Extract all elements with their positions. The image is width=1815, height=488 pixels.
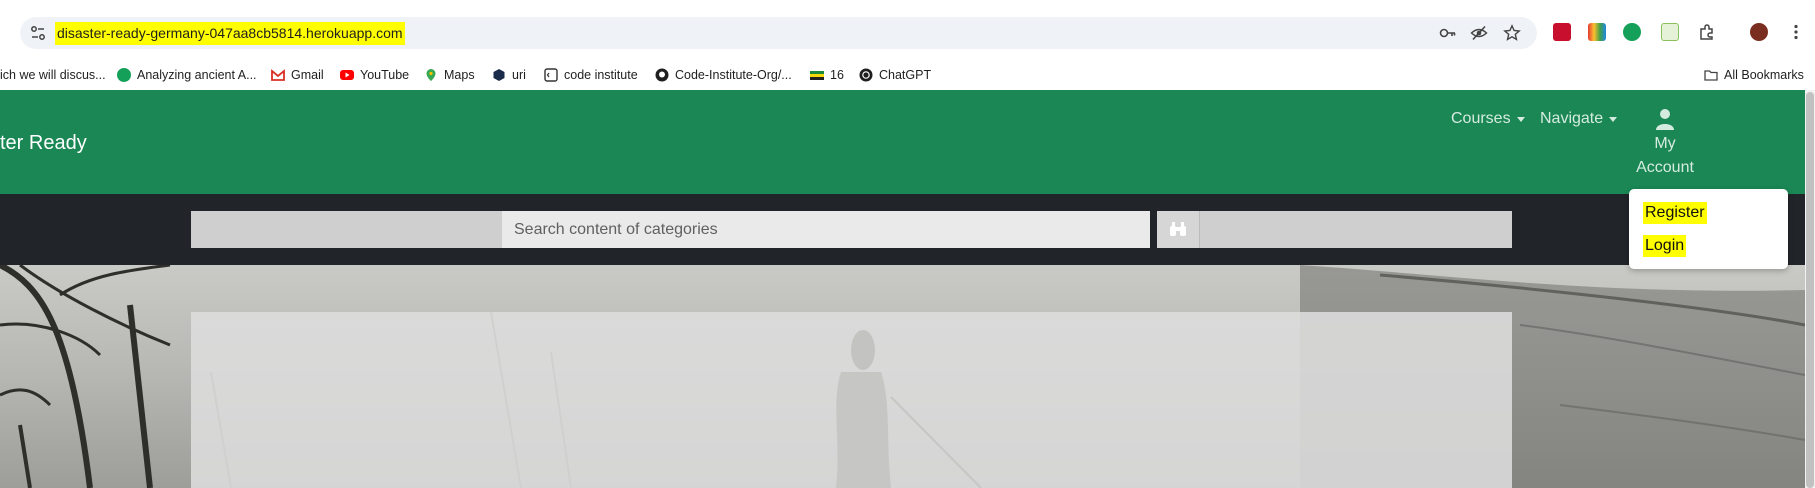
bookmark-item[interactable]: Analyzing ancient A... <box>117 60 257 90</box>
star-icon[interactable] <box>1503 24 1521 42</box>
bookmark-item[interactable]: YouTube <box>340 60 409 90</box>
bookmark-item[interactable]: ich we will discus... <box>0 60 106 90</box>
bookmark-label: Gmail <box>291 68 324 82</box>
youtube-icon <box>340 70 354 80</box>
account-dropdown-menu <box>1629 189 1788 269</box>
folder-icon <box>1704 70 1718 81</box>
main-content-card <box>191 312 1512 488</box>
color-extension-icon[interactable] <box>1588 23 1606 41</box>
search-right-panel <box>1199 211 1512 248</box>
account-label-line2: Account <box>1636 159 1694 176</box>
chatgpt-icon <box>859 68 873 82</box>
nav-courses[interactable]: Courses <box>1451 110 1525 128</box>
caret-down-icon <box>1609 116 1618 122</box>
profile-avatar-icon[interactable] <box>1750 23 1768 41</box>
bookmark-item[interactable]: Code-Institute-Org/... <box>655 60 792 90</box>
account-label-line1: My <box>1654 135 1676 152</box>
binoculars-icon <box>1170 222 1186 236</box>
site-brand[interactable]: ter Ready <box>0 132 87 155</box>
bookmark-item[interactable]: uri <box>492 60 526 90</box>
bookmark-label: YouTube <box>360 68 410 82</box>
bookmark-label: ChatGPT <box>879 68 932 82</box>
site-controls-icon[interactable] <box>29 24 47 42</box>
bookmark-label: Analyzing ancient A... <box>137 68 257 82</box>
search-left-panel <box>191 211 502 248</box>
caret-down-icon <box>1516 116 1525 122</box>
code-institute-icon <box>544 68 558 82</box>
nav-navigate-label: Navigate <box>1540 110 1604 127</box>
grammarly-extension-icon[interactable] <box>1623 23 1641 41</box>
page-scrollbar-thumb[interactable] <box>1806 92 1814 488</box>
eye-off-icon[interactable] <box>1470 24 1488 42</box>
bookmark-item[interactable]: 16 <box>810 60 844 90</box>
extensions-puzzle-icon[interactable] <box>1698 23 1716 41</box>
bookmark-item[interactable]: code institute <box>544 60 638 90</box>
bookmark-label: code institute <box>564 68 638 82</box>
flag-icon <box>810 71 824 80</box>
search-button[interactable] <box>1157 211 1199 248</box>
url-text[interactable]: disaster-ready-germany-047aa8cb5814.hero… <box>55 22 405 45</box>
bookmark-item[interactable]: Gmail <box>271 60 324 90</box>
my-account-toggle[interactable]: My Account <box>1625 108 1705 180</box>
bookmark-label: Maps <box>444 68 475 82</box>
uri-icon <box>493 69 505 81</box>
all-bookmarks-label: All Bookmarks <box>1724 68 1804 82</box>
bookmarks-bar: ich we will discus... Analyzing ancient … <box>0 60 1815 90</box>
nav-navigate[interactable]: Navigate <box>1540 110 1618 128</box>
key-icon[interactable] <box>1439 24 1457 42</box>
bookmark-label: uri <box>512 68 526 82</box>
all-bookmarks[interactable]: All Bookmarks <box>1704 60 1804 90</box>
bookmark-label: 16 <box>830 68 844 82</box>
menu-kebab-icon[interactable] <box>1787 23 1805 41</box>
bookmark-item[interactable]: ChatGPT <box>859 60 931 90</box>
search-input[interactable] <box>502 211 1150 248</box>
bookmark-label: ich we will discus... <box>0 68 106 82</box>
grammarly-icon <box>117 68 131 82</box>
nav-courses-label: Courses <box>1451 110 1511 127</box>
bookmark-item[interactable]: Maps <box>424 60 475 90</box>
notes-extension-icon[interactable] <box>1661 23 1679 41</box>
faded-figure-illustration <box>210 312 982 488</box>
user-icon <box>1656 109 1674 130</box>
register-link[interactable]: Register <box>1643 202 1707 224</box>
pdf-extension-icon[interactable] <box>1553 23 1571 41</box>
maps-icon <box>426 69 436 81</box>
gmail-icon <box>271 69 285 81</box>
github-icon <box>655 68 669 82</box>
site-navbar <box>0 90 1805 194</box>
login-link[interactable]: Login <box>1643 235 1687 257</box>
bookmark-label: Code-Institute-Org/... <box>675 68 792 82</box>
